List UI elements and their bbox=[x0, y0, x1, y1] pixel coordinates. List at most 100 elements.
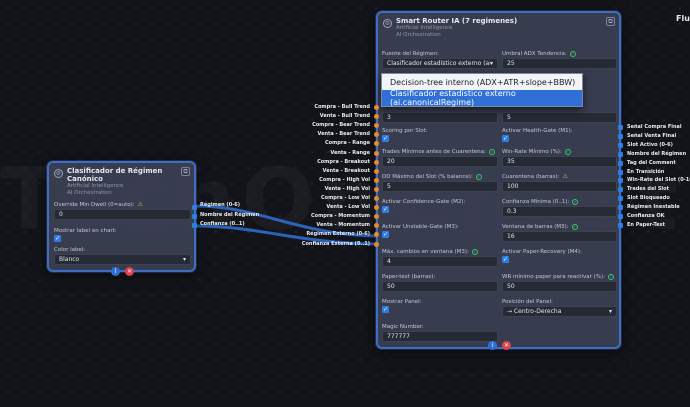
umbral-label: Umbral ADX Tendencia: bbox=[502, 50, 567, 57]
input-port[interactable] bbox=[374, 168, 379, 174]
info-icon[interactable]: i bbox=[111, 267, 120, 276]
output-label: Slot Activo (0-6) bbox=[627, 141, 673, 148]
output-port[interactable] bbox=[618, 196, 623, 202]
conf-min-label: Confianza Mínima (0..1): bbox=[502, 198, 570, 205]
show-label-checkbox[interactable]: ✓ bbox=[54, 235, 61, 242]
output-port[interactable] bbox=[618, 187, 623, 193]
regime-classifier-node[interactable]: ⚙ Clasificador de Régimen Canónico Artif… bbox=[47, 161, 196, 276]
dd-label: DD Máximo del Slot (% balance): bbox=[382, 173, 473, 180]
ventana-input[interactable]: 16 bbox=[502, 231, 617, 242]
dropdown-option-clasificador[interactable]: Clasificador estadístico externo (ai.can… bbox=[382, 89, 582, 107]
wr-paper-input[interactable]: 50 bbox=[502, 281, 617, 292]
input-port[interactable] bbox=[374, 196, 379, 201]
output-port[interactable] bbox=[618, 205, 623, 211]
confidence-gate-checkbox[interactable]: ✓ bbox=[382, 206, 389, 213]
output-port[interactable] bbox=[618, 151, 623, 157]
conf-min-input[interactable]: 0.3 bbox=[502, 206, 617, 217]
output-port-regimen[interactable] bbox=[192, 205, 197, 210]
field-row3-right: 5 bbox=[502, 112, 617, 123]
fuente-regimen-select[interactable]: Clasificador estadístico externo (ai.can… bbox=[382, 58, 498, 69]
input-port[interactable] bbox=[374, 177, 379, 183]
output-label: En Paper-Test bbox=[627, 221, 665, 228]
fuente-label: Fuente del Régimen: bbox=[382, 50, 439, 57]
input-label: Compra - Range bbox=[324, 140, 370, 147]
gear-icon: ⚙ bbox=[383, 19, 392, 28]
input-label: Compra - Momentum bbox=[310, 213, 370, 220]
magic-number-input[interactable]: 777777 bbox=[382, 331, 498, 342]
output-label: En Transición bbox=[627, 168, 665, 175]
copy-icon[interactable]: ⧉ bbox=[606, 17, 615, 26]
output-port[interactable] bbox=[618, 214, 623, 219]
node-header[interactable]: ⚙ Clasificador de Régimen Canónico Artif… bbox=[49, 163, 194, 197]
input-label: Venta - Low Vol bbox=[326, 204, 370, 211]
row3-right-input[interactable]: 5 bbox=[502, 112, 617, 123]
input-port[interactable] bbox=[374, 186, 379, 192]
output-label: Señal Venta Final bbox=[627, 132, 677, 139]
color-label-select[interactable]: Blanco ▾ bbox=[54, 254, 191, 265]
posicion-panel-select[interactable]: → Centro-Derecha ▾ bbox=[502, 306, 617, 317]
ok-icon: ✓ bbox=[569, 50, 576, 57]
winrate-input[interactable]: 35 bbox=[502, 156, 617, 167]
cuarentena-input[interactable]: 100 bbox=[502, 181, 617, 192]
override-min-dwell-input[interactable]: 0 bbox=[54, 209, 191, 220]
chevron-down-icon: ▾ bbox=[608, 308, 612, 315]
output-port[interactable] bbox=[618, 178, 623, 184]
info-icon[interactable]: i bbox=[488, 341, 497, 350]
input-label: Venta - Momentum bbox=[316, 222, 370, 229]
row3-left-input[interactable]: 3 bbox=[382, 112, 498, 123]
output-nombre-label: Nombre del Régimen bbox=[200, 212, 260, 218]
delete-icon[interactable]: ✕ bbox=[502, 341, 511, 350]
scoring-checkbox[interactable]: ✓ bbox=[382, 135, 389, 142]
paper-test-input[interactable]: 50 bbox=[382, 281, 498, 292]
trades-min-input[interactable]: 20 bbox=[382, 156, 498, 167]
output-label: Trades del Slot bbox=[627, 186, 669, 193]
field-row3-left: 3 bbox=[382, 112, 498, 123]
dropdown-option-decision-tree[interactable]: Decision-tree interno (ADX+ATR+slope+BBW… bbox=[382, 74, 582, 90]
fuente-regimen-field: Fuente del Régimen: Clasificador estadís… bbox=[382, 49, 498, 69]
confidence-gate-field: Activar Confidence-Gate (M2): ✓ bbox=[382, 197, 498, 213]
unstable-gate-checkbox[interactable]: ✓ bbox=[382, 231, 389, 238]
output-port[interactable] bbox=[618, 169, 623, 175]
output-port[interactable] bbox=[618, 125, 623, 130]
node-subcategory: AI Orchestration bbox=[67, 190, 112, 196]
health-gate-checkbox[interactable]: ✓ bbox=[502, 135, 509, 142]
mostrar-panel-checkbox[interactable]: ✓ bbox=[382, 306, 389, 313]
delete-icon[interactable]: ✕ bbox=[125, 267, 134, 276]
output-port-nombre[interactable] bbox=[192, 214, 197, 219]
node-subcategory: AI Orchestration bbox=[396, 32, 441, 38]
node-title: Clasificador de Régimen Canónico bbox=[67, 167, 163, 183]
output-port[interactable] bbox=[618, 133, 623, 139]
output-port[interactable] bbox=[618, 142, 623, 148]
output-port[interactable] bbox=[618, 222, 623, 228]
output-port[interactable] bbox=[618, 160, 623, 166]
input-port[interactable] bbox=[374, 159, 379, 165]
input-port[interactable] bbox=[374, 105, 379, 110]
node-header[interactable]: ⚙ Smart Router IA (7 regimenes) Artifici… bbox=[378, 13, 619, 39]
ventana-label: Ventana de barras (M3): bbox=[502, 223, 569, 230]
flow-panel-label: Flu bbox=[676, 14, 690, 23]
mostrar-panel-label: Mostrar Panel: bbox=[382, 298, 422, 305]
conf-min-field: Confianza Mínima (0..1): ✓ 0.3 bbox=[502, 197, 617, 217]
paper-recovery-checkbox[interactable]: ✓ bbox=[502, 256, 509, 263]
smart-router-node[interactable]: ⚙ Smart Router IA (7 regimenes) Artifici… bbox=[376, 11, 621, 350]
paper-test-field: Paper-test (barras): 50 bbox=[382, 272, 498, 292]
input-label: Venta - Breakout bbox=[322, 167, 371, 174]
ventana-field: Ventana de barras (M3): ✓ 16 bbox=[502, 222, 617, 242]
input-label: Compra - Bull Trend bbox=[314, 104, 370, 110]
dd-max-input[interactable]: 5 bbox=[382, 181, 498, 192]
ok-icon: ✓ bbox=[607, 273, 614, 280]
umbral-adx-input[interactable]: 25 bbox=[502, 58, 617, 69]
max-cambios-input[interactable]: 4 bbox=[382, 256, 498, 267]
output-port-confianza[interactable] bbox=[192, 223, 197, 228]
ok-icon: ✓ bbox=[571, 223, 578, 230]
scoring-label: Scoring por Slot: bbox=[382, 127, 428, 134]
output-label: Slot Bloqueado bbox=[627, 195, 670, 202]
input-label: Venta - High Vol bbox=[324, 185, 370, 192]
input-port[interactable] bbox=[374, 150, 379, 156]
copy-icon[interactable]: ⧉ bbox=[181, 167, 190, 176]
input-port[interactable] bbox=[374, 241, 379, 247]
node-category: Artificial Intelligence bbox=[396, 25, 453, 31]
conf-gate-label: Activar Confidence-Gate (M2): bbox=[382, 198, 466, 205]
warning-icon: ⚠ bbox=[562, 173, 568, 180]
fuente-regimen-dropdown[interactable]: Decision-tree interno (ADX+ATR+slope+BBW… bbox=[381, 73, 583, 107]
